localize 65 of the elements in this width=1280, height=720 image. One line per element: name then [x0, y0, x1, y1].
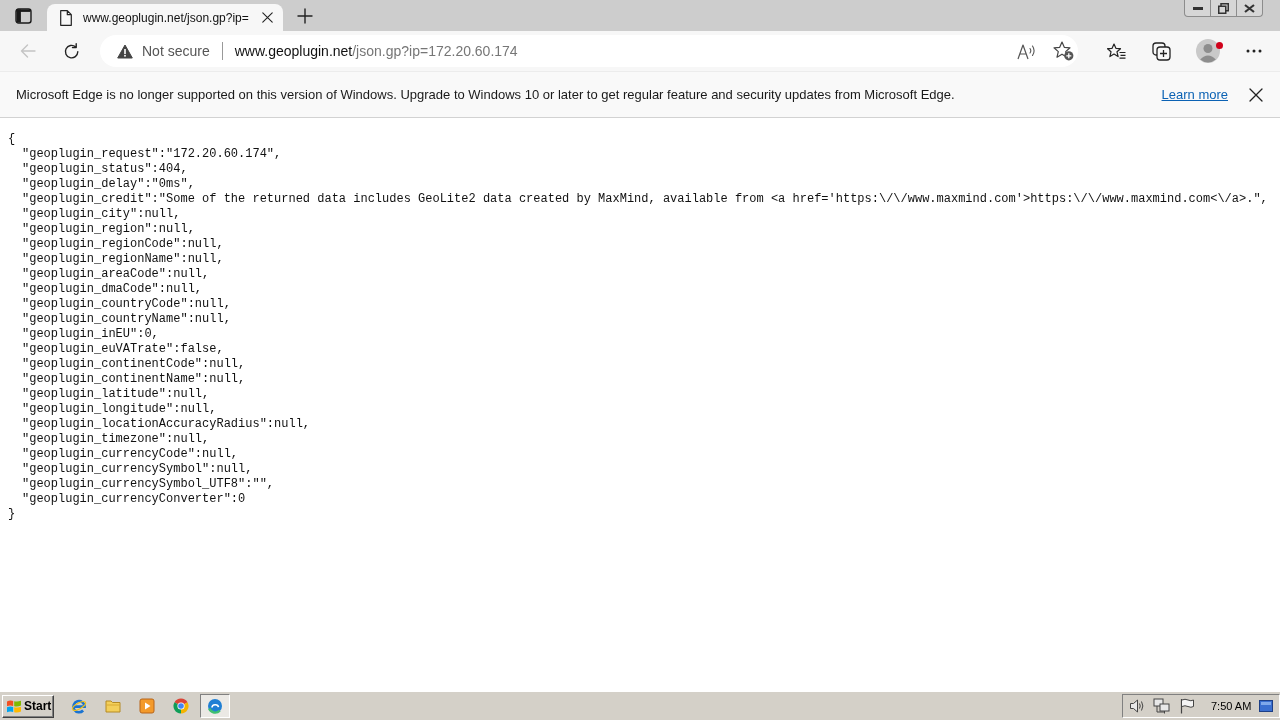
star-list-icon[interactable] — [1107, 42, 1126, 60]
code-line: "geoplugin_credit":"Some of the returned data includes GeoLite2 data created by MaxMind, available from <a href='https:\/\/www.maxmind.com'>https:\/\/www.maxmind.com<\/a>.", — [22, 192, 1268, 207]
more-icon[interactable] — [1246, 49, 1262, 53]
code-line: "geoplugin_euVATrate":false, — [22, 342, 224, 357]
code-line: "geoplugin_dmaCode":null, — [22, 282, 203, 297]
play-tile-icon — [139, 698, 155, 714]
browser-tab[interactable]: www.geoplugin.net/json.gp?ip= — [47, 4, 283, 31]
start-button[interactable]: Start — [2, 694, 54, 718]
plus-icon[interactable] — [297, 7, 313, 24]
code-line: "geoplugin_city":null, — [22, 207, 181, 222]
minimize-icon — [1192, 6, 1203, 10]
notification-dot-icon — [1216, 42, 1223, 49]
start-logo-icon — [6, 698, 22, 714]
code-line: "geoplugin_countryCode":null, — [22, 297, 231, 312]
code-line: "geoplugin_countryName":null, — [22, 312, 231, 327]
security-label[interactable]: Not secure — [142, 43, 210, 59]
learn-more-link[interactable]: Learn more — [1161, 87, 1228, 102]
taskbar-button[interactable] — [200, 694, 230, 718]
flag-icon[interactable] — [1179, 698, 1195, 714]
code-line: "geoplugin_currencySymbol":null, — [22, 462, 253, 477]
url-text: www.geoplugin.net/json.gp?ip=172.20.60.174 — [234, 43, 518, 59]
code-line: "geoplugin_regionName":null, — [22, 252, 224, 267]
code-line: "geoplugin_request":"172.20.60.174", — [22, 147, 282, 162]
warning-icon[interactable] — [117, 43, 133, 59]
star-plus-icon[interactable] — [1053, 41, 1074, 61]
speaker-icon[interactable] — [1129, 698, 1145, 714]
restore-icon — [1218, 2, 1229, 14]
code-line: { — [8, 132, 16, 147]
refresh-icon[interactable] — [63, 42, 80, 60]
tab-panel-icon[interactable] — [15, 7, 32, 24]
avatar-icon[interactable] — [1196, 39, 1220, 63]
code-line: "geoplugin_locationAccuracyRadius":null, — [22, 417, 311, 432]
minimize-button[interactable] — [1184, 0, 1211, 17]
code-line: "geoplugin_continentCode":null, — [22, 357, 246, 372]
code-line: "geoplugin_region":null, — [22, 222, 195, 237]
page-icon — [60, 9, 72, 26]
collections-icon[interactable] — [1152, 41, 1171, 61]
folder-icon — [105, 698, 121, 714]
restore-button[interactable] — [1210, 0, 1237, 17]
ring-logo-icon — [173, 698, 189, 714]
code-line: "geoplugin_areaCode":null, — [22, 267, 210, 282]
code-line: "geoplugin_currencySymbol_UTF8":"", — [22, 477, 275, 492]
code-line: "geoplugin_longitude":null, — [22, 402, 217, 417]
network-icon[interactable] — [1153, 698, 1171, 714]
code-line: "geoplugin_latitude":null, — [22, 387, 210, 402]
code-line: "geoplugin_timezone":null, — [22, 432, 210, 447]
code-line: "geoplugin_currencyConverter":0 — [22, 492, 246, 507]
read-aloud-icon[interactable] — [1017, 42, 1036, 60]
close-icon[interactable] — [1249, 87, 1263, 102]
code-line: "geoplugin_delay":"0ms", — [22, 177, 195, 192]
e-swirl-icon — [71, 698, 87, 714]
clock-text[interactable]: 7:50 AM — [1211, 700, 1252, 712]
notice-text: Microsoft Edge is no longer supported on this version of Windows. Upgrade to Windows 10 or later to get regular feature and security updates from Microsoft Edge. — [16, 87, 955, 102]
show-desktop-icon[interactable] — [1259, 700, 1274, 712]
code-line: } — [8, 507, 16, 522]
code-line: "geoplugin_continentName":null, — [22, 372, 246, 387]
code-line: "geoplugin_status":404, — [22, 162, 188, 177]
wave-logo-icon — [207, 698, 223, 714]
code-line: "geoplugin_regionCode":null, — [22, 237, 224, 252]
close-button[interactable] — [1236, 0, 1263, 17]
code-line: "geoplugin_inEU":0, — [22, 327, 159, 342]
close-icon — [1244, 3, 1255, 13]
code-line: "geoplugin_currencyCode":null, — [22, 447, 239, 462]
close-icon[interactable] — [262, 12, 273, 23]
address-bar[interactable]: Not secure www.geoplugin.net/json.gp?ip=172.20.60.174 — [100, 35, 1078, 67]
